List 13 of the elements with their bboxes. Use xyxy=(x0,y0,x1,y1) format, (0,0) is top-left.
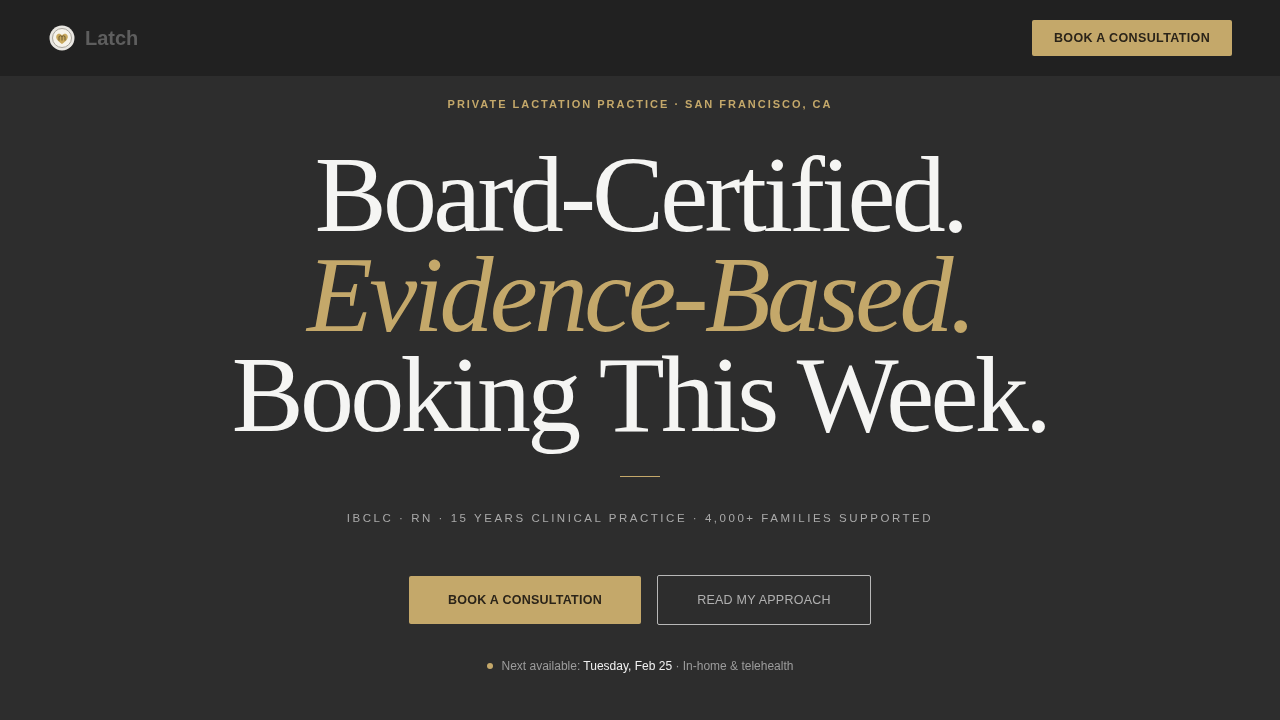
headline-line: Booking This Week. xyxy=(231,345,1049,456)
headline-line: Evidence-Based. xyxy=(307,245,973,345)
credentials-text: IBCLC · RN · 15 YEARS CLINICAL PRACTICE · 4,000+ FAMILIES SUPPORTED xyxy=(346,511,934,525)
availability-text: Next available: Tuesday, Feb 25 · In-home & telehealth xyxy=(501,659,794,673)
book-consultation-button[interactable]: BOOK A CONSULTATION xyxy=(1032,20,1232,56)
status-dot-icon xyxy=(486,663,493,669)
logo-icon xyxy=(49,25,75,51)
read-approach-button[interactable]: READ MY APPROACH xyxy=(657,575,871,625)
brand-name: Latch xyxy=(85,26,139,51)
headline-line: Board-Certified. xyxy=(314,145,966,245)
divider-line xyxy=(620,476,660,477)
eyebrow-text: PRIVATE LACTATION PRACTICE · SAN FRANCISCO, CA xyxy=(447,97,833,111)
book-consultation-button[interactable]: BOOK A CONSULTATION xyxy=(409,576,641,624)
